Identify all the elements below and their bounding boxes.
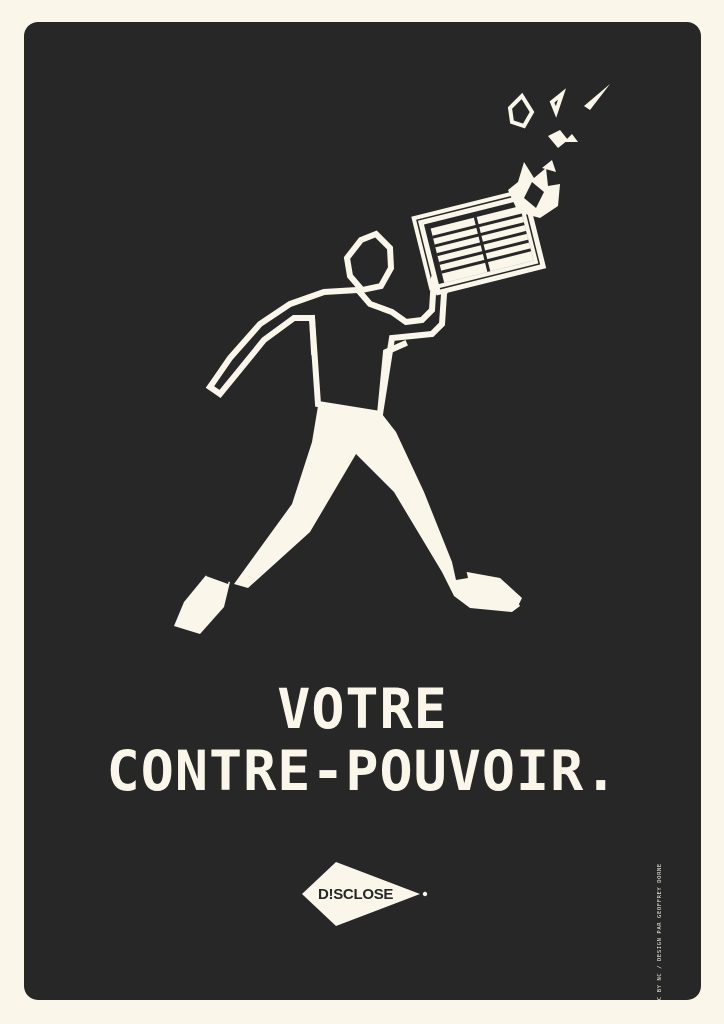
poster-panel: VOTRE CONTRE-POUVOIR. D!SCLOSE CC BY NC …: [24, 22, 701, 1000]
headline-line-2: CONTRE-POUVOIR.: [106, 739, 619, 803]
logo-text: D!SCLOSE: [318, 886, 394, 903]
headline-line-1: VOTRE: [277, 677, 448, 741]
newspaper-thrower-figure-icon: [174, 84, 610, 634]
credit-text: CC BY NC / DESIGN PAR GEOFFREY DORNE: [657, 863, 663, 1000]
